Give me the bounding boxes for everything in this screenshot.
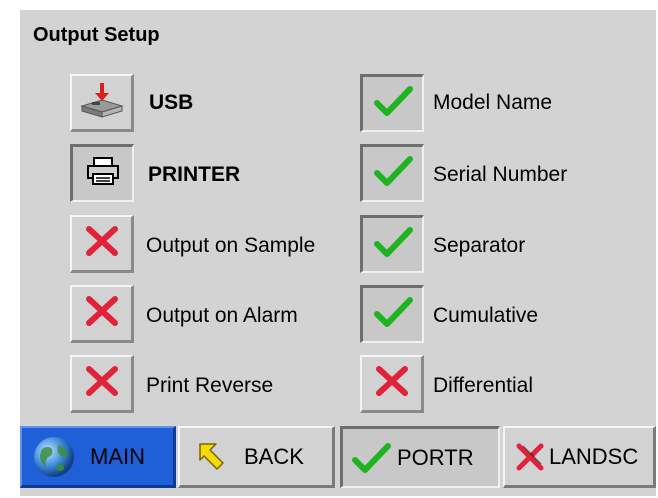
output-on-alarm-toggle[interactable] bbox=[70, 285, 134, 343]
red-x-icon bbox=[84, 293, 120, 334]
portrait-button[interactable]: PORTR bbox=[340, 426, 500, 488]
landscape-label: LANDSC bbox=[549, 443, 639, 469]
separator-label: Separator bbox=[433, 234, 526, 257]
printer-label: PRINTER bbox=[148, 163, 241, 186]
output-setup-screen: Output Setup USB PRINTER Output on Sampl… bbox=[20, 10, 656, 496]
usb-drive-icon bbox=[78, 80, 126, 125]
red-x-icon bbox=[515, 442, 545, 472]
green-check-icon bbox=[373, 295, 413, 334]
differential-label: Differential bbox=[433, 374, 533, 397]
red-x-icon bbox=[84, 363, 120, 404]
page-title: Output Setup bbox=[33, 24, 160, 46]
main-label: MAIN bbox=[90, 443, 145, 469]
serial-number-label: Serial Number bbox=[433, 163, 568, 186]
usb-label: USB bbox=[149, 91, 194, 114]
globe-icon bbox=[32, 435, 76, 479]
cumulative-label: Cumulative bbox=[433, 304, 539, 327]
main-button[interactable]: MAIN bbox=[20, 426, 176, 488]
green-check-icon bbox=[351, 441, 391, 475]
usb-button[interactable] bbox=[70, 74, 134, 132]
print-reverse-toggle[interactable] bbox=[70, 355, 134, 413]
differential-toggle[interactable] bbox=[360, 355, 424, 413]
printer-icon bbox=[86, 156, 120, 191]
model-name-toggle[interactable] bbox=[360, 74, 424, 132]
bottom-nav-bar: MAIN BACK PORTR LANDSC bbox=[20, 426, 656, 496]
portrait-label: PORTR bbox=[397, 444, 474, 470]
back-arrow-icon bbox=[196, 440, 226, 474]
serial-number-toggle[interactable] bbox=[360, 144, 424, 202]
red-x-icon bbox=[374, 363, 410, 404]
landscape-button[interactable]: LANDSC bbox=[503, 426, 656, 488]
green-check-icon bbox=[373, 84, 413, 123]
print-reverse-label: Print Reverse bbox=[146, 374, 274, 397]
output-on-sample-label: Output on Sample bbox=[146, 234, 316, 257]
cumulative-toggle[interactable] bbox=[360, 285, 424, 343]
output-on-sample-toggle[interactable] bbox=[70, 215, 134, 273]
model-name-label: Model Name bbox=[433, 91, 553, 114]
green-check-icon bbox=[373, 154, 413, 193]
output-on-alarm-label: Output on Alarm bbox=[146, 304, 298, 327]
green-check-icon bbox=[373, 225, 413, 264]
red-x-icon bbox=[84, 223, 120, 264]
back-button[interactable]: BACK bbox=[178, 426, 335, 488]
back-label: BACK bbox=[244, 443, 304, 469]
separator-toggle[interactable] bbox=[360, 215, 424, 273]
printer-button[interactable] bbox=[70, 144, 134, 202]
